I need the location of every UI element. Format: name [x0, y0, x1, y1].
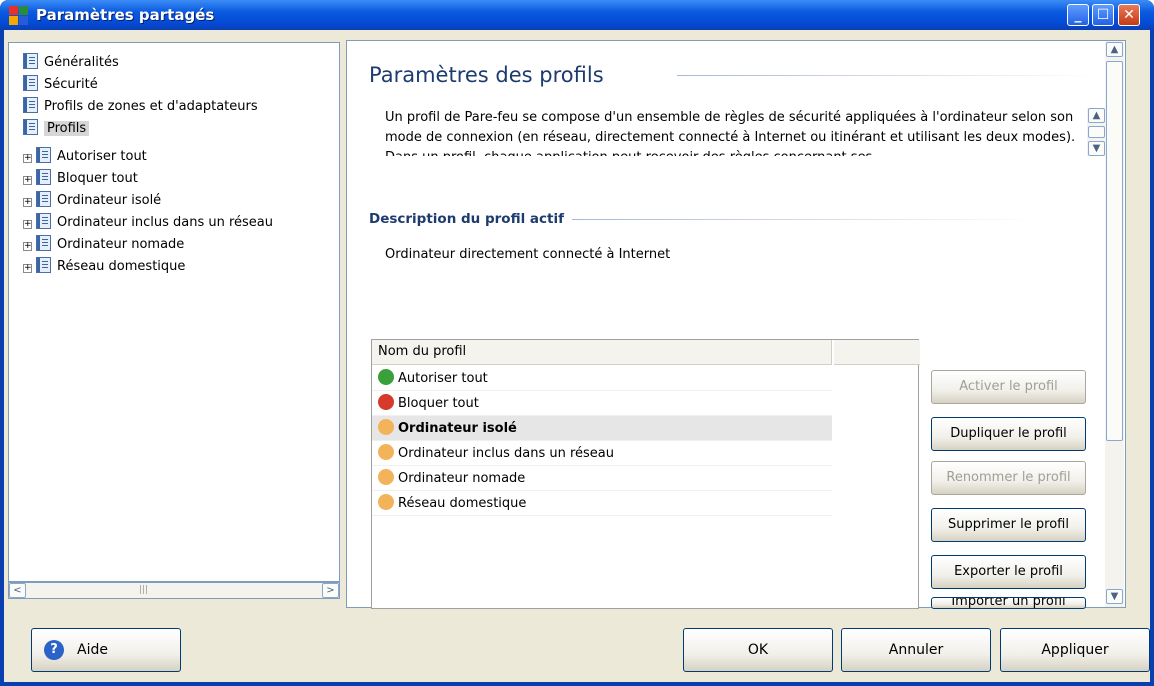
grid-column-header[interactable]: Nom du profil: [372, 340, 832, 365]
close-button[interactable]: ✕: [1118, 4, 1140, 26]
tree-item-securite[interactable]: Sécurité: [23, 75, 98, 95]
user-icon: [378, 494, 394, 510]
tree-item-ordinateur-nomade[interactable]: + Ordinateur nomade: [23, 235, 184, 255]
page-title: Paramètres des profils: [369, 63, 604, 87]
scroll-grip-icon: |||: [139, 585, 149, 595]
user-icon: [378, 419, 394, 435]
expand-icon[interactable]: +: [23, 220, 32, 229]
book-icon: [36, 213, 51, 229]
book-icon: [23, 53, 38, 69]
expand-icon[interactable]: +: [23, 264, 32, 273]
book-icon: [23, 119, 38, 135]
delete-profile-button[interactable]: Supprimer le profil: [931, 508, 1086, 542]
profile-description-text: Un profil de Pare-feu se compose d'un en…: [385, 110, 1076, 156]
user-icon: [378, 469, 394, 485]
book-icon: [36, 191, 51, 207]
book-icon: [36, 169, 51, 185]
window-title: Paramètres partagés: [36, 6, 215, 24]
duplicate-profile-button[interactable]: Dupliquer le profil: [931, 417, 1086, 451]
tree-item-reseau-domestique[interactable]: + Réseau domestique: [23, 257, 185, 277]
allow-icon: [378, 369, 394, 385]
settings-window: Paramètres partagés _ ☐ ✕ Généralités Sé…: [0, 0, 1154, 686]
scroll-up-icon[interactable]: ▲: [1106, 42, 1123, 57]
ok-button[interactable]: OK: [683, 628, 833, 672]
expand-icon[interactable]: +: [23, 154, 32, 163]
heading-divider: [677, 75, 1097, 76]
tree-item-profils-zones[interactable]: Profils de zones et d'adaptateurs: [23, 97, 258, 117]
grid-row[interactable]: Autoriser tout: [372, 366, 832, 391]
book-icon: [36, 235, 51, 251]
maximize-button[interactable]: ☐: [1092, 4, 1114, 26]
user-icon: [378, 444, 394, 460]
scroll-down-icon[interactable]: ▼: [1106, 589, 1123, 604]
scroll-right-icon[interactable]: >: [322, 583, 339, 598]
tree-item-bloquer-tout[interactable]: + Bloquer tout: [23, 169, 138, 189]
grid-row-selected[interactable]: Ordinateur isolé: [372, 416, 832, 441]
rename-profile-button[interactable]: Renommer le profil: [931, 461, 1086, 495]
scroll-thumb[interactable]: [1088, 126, 1105, 138]
section-divider: [572, 219, 1042, 220]
book-icon: [23, 75, 38, 91]
grid-column-header-empty[interactable]: [834, 340, 920, 365]
export-profile-button[interactable]: Exporter le profil: [931, 555, 1086, 589]
scroll-down-icon[interactable]: ▼: [1088, 141, 1105, 156]
book-icon: [36, 147, 51, 163]
scroll-left-icon[interactable]: <: [9, 583, 26, 598]
import-profile-button[interactable]: Importer un profil: [931, 597, 1086, 609]
grid-row[interactable]: Bloquer tout: [372, 391, 832, 416]
tree-item-ordinateur-reseau[interactable]: + Ordinateur inclus dans un réseau: [23, 213, 273, 233]
app-logo-icon: [9, 6, 29, 26]
profile-grid: Nom du profil Autoriser tout Bloquer tou…: [371, 339, 920, 609]
cancel-button[interactable]: Annuler: [841, 628, 991, 672]
panel-vertical-scrollbar[interactable]: ▲ ▼: [1105, 41, 1124, 607]
active-profile-heading: Description du profil actif: [369, 211, 564, 227]
apply-button[interactable]: Appliquer: [1000, 628, 1150, 672]
expand-icon[interactable]: +: [23, 176, 32, 185]
description-scrollbar[interactable]: ▲ ▼: [1087, 108, 1106, 156]
scroll-up-icon[interactable]: ▲: [1088, 108, 1105, 123]
expand-icon[interactable]: +: [23, 242, 32, 251]
tree-item-generalites[interactable]: Généralités: [23, 53, 119, 73]
block-icon: [378, 394, 394, 410]
title-bar[interactable]: Paramètres partagés _ ☐ ✕: [0, 0, 1154, 30]
profile-settings-panel: Paramètres des profils Un profil de Pare…: [346, 40, 1126, 609]
grid-row[interactable]: Ordinateur inclus dans un réseau: [372, 441, 832, 466]
tree-item-autoriser-tout[interactable]: + Autoriser tout: [23, 147, 147, 167]
tree-item-ordinateur-isole[interactable]: + Ordinateur isolé: [23, 191, 161, 211]
tree-horizontal-scrollbar[interactable]: < ||| >: [8, 582, 340, 599]
minimize-button[interactable]: _: [1067, 4, 1089, 26]
help-icon: ?: [44, 640, 64, 660]
activate-profile-button[interactable]: Activer le profil: [931, 370, 1086, 404]
book-icon: [23, 97, 38, 113]
tree-item-profils[interactable]: Profils: [23, 119, 90, 139]
grid-row[interactable]: Ordinateur nomade: [372, 466, 832, 491]
expand-icon[interactable]: +: [23, 198, 32, 207]
book-icon: [36, 257, 51, 273]
active-profile-description: Ordinateur directement connecté à Intern…: [385, 247, 671, 262]
scroll-thumb[interactable]: [1106, 61, 1123, 441]
settings-tree: Généralités Sécurité Profils de zones et…: [8, 42, 340, 582]
help-button[interactable]: ? Aide: [31, 628, 181, 672]
grid-row[interactable]: Réseau domestique: [372, 491, 832, 516]
